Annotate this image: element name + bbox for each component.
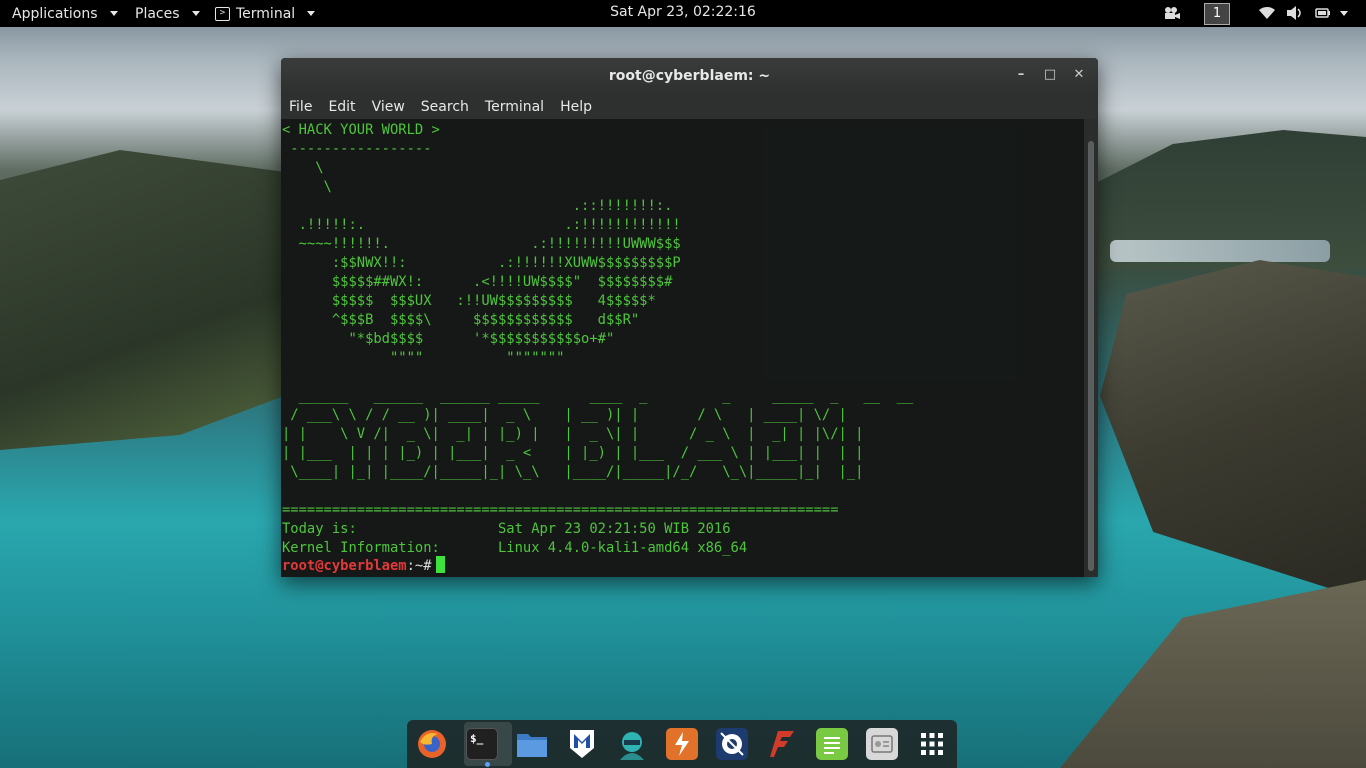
menu-file[interactable]: File [289,99,320,115]
running-indicator [485,762,490,767]
dock-metasploit[interactable] [566,728,598,760]
workspace-indicator[interactable]: 1 [1204,3,1230,25]
menu-terminal[interactable]: Terminal [485,99,552,115]
system-menu-chevron-icon[interactable] [1340,11,1348,16]
terminal-icon: > [215,6,230,21]
chevron-down-icon [109,11,118,16]
places-label: Places [135,5,180,22]
menu-view[interactable]: View [372,99,413,115]
close-icon: ✕ [1073,67,1085,82]
metasploit-icon [570,730,594,758]
menu-search[interactable]: Search [421,99,477,115]
menu-help[interactable]: Help [560,99,600,115]
folder-icon [517,734,547,757]
app-menu[interactable]: > Terminal [215,0,316,27]
menu-edit[interactable]: Edit [328,99,363,115]
video-icon[interactable] [1163,5,1181,25]
maltego-icon [720,732,744,756]
dock-firefox[interactable] [416,728,448,760]
minimize-button[interactable]: – [1012,66,1030,84]
close-button[interactable]: ✕ [1070,66,1088,84]
terminal-output[interactable]: < HACK YOUR WORLD > ----------------- \ … [281,119,1084,577]
window-menubar: File Edit View Search Terminal Help [281,94,1098,119]
burpsuite-icon [675,732,689,756]
minimize-icon: – [1017,67,1025,82]
dock-armitage[interactable] [616,728,648,760]
scrollbar-thumb[interactable] [1088,141,1094,571]
window-titlebar[interactable]: root@cyberblaem: ~ – □ ✕ [281,58,1098,94]
window-title: root@cyberblaem: ~ [608,68,771,84]
dock-settings[interactable] [866,728,898,760]
prompt-path: :~# [406,558,432,574]
dock-terminal[interactable]: $_ [466,728,498,760]
chevron-down-icon [307,11,316,16]
dock-show-applications[interactable] [916,728,948,760]
wifi-icon[interactable] [1258,5,1276,25]
terminal-window: root@cyberblaem: ~ – □ ✕ File Edit View … [281,58,1098,577]
terminal-prompt[interactable]: root@cyberblaem:~# [282,556,445,576]
dock-notes[interactable] [816,728,848,760]
battery-icon[interactable] [1315,6,1331,24]
places-menu[interactable]: Places [135,0,200,27]
wallpaper-snow [1110,240,1330,262]
volume-icon[interactable] [1286,5,1304,25]
dock-burpsuite[interactable] [666,728,698,760]
dock-faraday[interactable] [766,728,798,760]
applications-menu[interactable]: Applications [12,0,118,27]
applications-label: Applications [12,5,98,22]
prompt-user: root@cyberblaem [282,558,407,574]
chevron-down-icon [191,11,200,16]
wallpaper-mountain-left [0,150,300,450]
maximize-button[interactable]: □ [1041,66,1059,84]
faraday-icon [770,731,794,757]
settings-icon [871,735,893,753]
firefox-icon [418,730,446,758]
armitage-icon [620,732,644,760]
app-grid-icon [921,733,943,755]
app-menu-label: Terminal [236,5,296,22]
maximize-icon: □ [1043,67,1057,82]
dock-maltego[interactable] [716,728,748,760]
terminal-banner: < HACK YOUR WORLD > ----------------- \ … [282,122,914,556]
terminal-icon: $_ [470,732,484,745]
text-cursor [435,556,445,573]
top-panel: Applications Places > Terminal Sat Apr 2… [0,0,1366,27]
dock-files[interactable] [516,728,548,760]
notes-icon [824,737,840,754]
clock[interactable]: Sat Apr 23, 02:22:16 [0,4,1366,20]
terminal-scrollbar[interactable] [1084,119,1098,577]
dock: $_ [407,720,957,768]
